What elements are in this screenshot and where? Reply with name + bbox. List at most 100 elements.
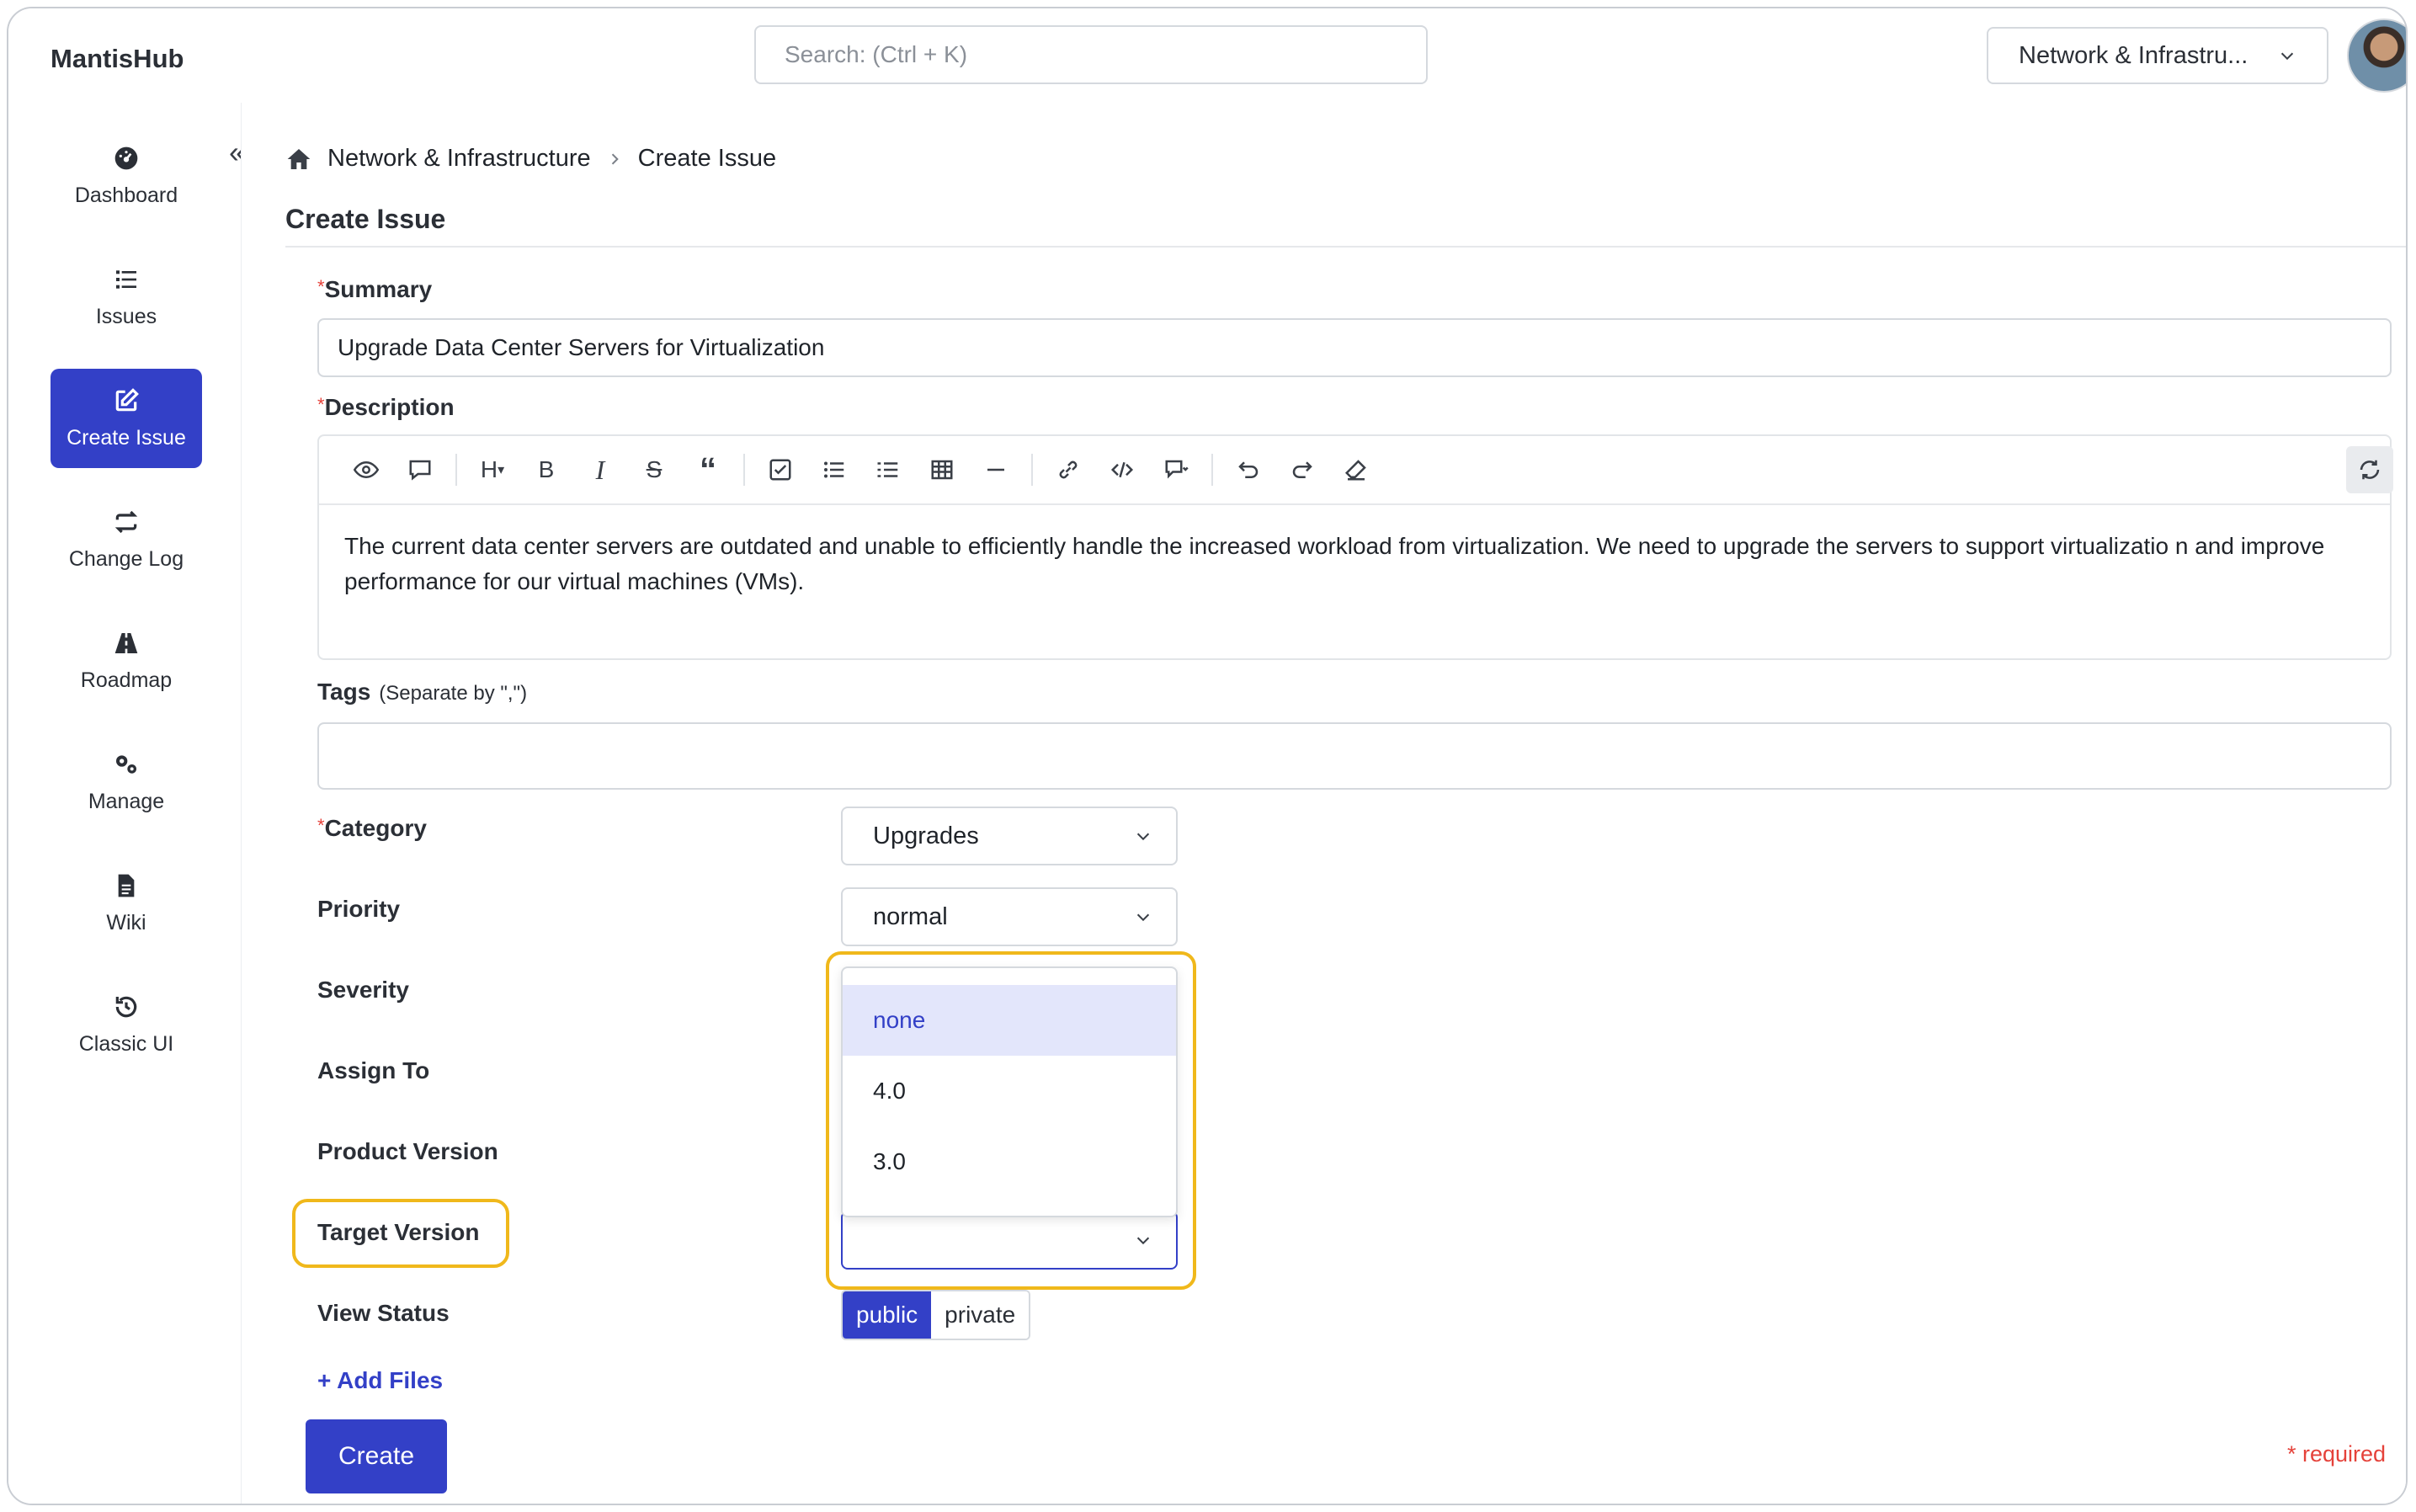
description-text[interactable]: The current data center servers are outd… <box>344 529 2365 599</box>
description-label-text: Description <box>324 394 455 420</box>
chevron-down-icon <box>2280 52 2294 61</box>
swap-icon <box>114 510 138 533</box>
summary-label-text: Summary <box>324 276 433 302</box>
page-title: Create Issue <box>285 204 446 234</box>
gears-icon <box>116 754 136 774</box>
code-icon[interactable] <box>1095 446 1149 493</box>
dashboard-icon <box>114 146 138 169</box>
view-status-label: View Status <box>317 1300 450 1326</box>
create-issue-card: Network & Infrastructure Create Issue Cr… <box>241 103 2406 1504</box>
eraser-icon[interactable] <box>1329 446 1383 493</box>
option-none[interactable]: none <box>843 985 1176 1056</box>
sidebar-item-classic-ui[interactable]: Classic UI <box>51 975 202 1074</box>
quote-icon[interactable]: “ <box>681 446 735 493</box>
tags-input[interactable] <box>317 722 2392 790</box>
required-mark: * <box>317 276 325 297</box>
sidebar-item-issues[interactable]: Issues <box>51 248 202 347</box>
edit-icon <box>115 387 139 411</box>
required-mark: * <box>317 815 325 836</box>
assign-to-label: Assign To <box>317 1057 430 1083</box>
sidebar: Dashboard Issues Create Issue Change Log… <box>8 103 241 1504</box>
undo-icon[interactable] <box>1221 446 1275 493</box>
view-status-public[interactable]: public <box>843 1291 932 1339</box>
priority-value: normal <box>873 902 948 930</box>
checkbox-icon[interactable] <box>753 446 807 493</box>
ordered-list-icon[interactable] <box>861 446 915 493</box>
sync-scroll-icon[interactable] <box>2346 446 2393 493</box>
category-label: *Category <box>317 815 427 842</box>
category-select[interactable]: Upgrades <box>841 807 1178 865</box>
priority-label: Priority <box>317 896 401 922</box>
strikethrough-icon[interactable]: S <box>627 446 681 493</box>
bullet-list-icon[interactable] <box>807 446 861 493</box>
sidebar-item-label: Manage <box>88 789 165 813</box>
home-icon[interactable] <box>285 146 312 173</box>
file-icon <box>118 874 135 897</box>
priority-select[interactable]: normal <box>841 887 1178 946</box>
italic-icon[interactable]: I <box>573 446 627 493</box>
sidebar-item-label: Change Log <box>68 546 184 571</box>
create-button[interactable]: Create <box>306 1419 447 1493</box>
add-files-link[interactable]: + Add Files <box>317 1367 443 1394</box>
table-icon[interactable] <box>915 446 969 493</box>
target-version-select[interactable] <box>841 1211 1178 1270</box>
comment-icon[interactable] <box>393 446 447 493</box>
sidebar-item-create-issue[interactable]: Create Issue <box>51 369 202 468</box>
sidebar-item-change-log[interactable]: Change Log <box>51 490 202 589</box>
preview-icon[interactable] <box>339 446 393 493</box>
view-status-private[interactable]: private <box>931 1291 1030 1339</box>
redo-icon[interactable] <box>1275 446 1329 493</box>
toolbar-separator <box>455 454 457 486</box>
category-value: Upgrades <box>873 822 979 849</box>
option-4-0[interactable]: 4.0 <box>843 1056 1176 1126</box>
required-mark: * <box>317 394 325 415</box>
project-selector[interactable]: Network & Infrastru... <box>1987 27 2328 84</box>
breadcrumb-current: Create Issue <box>637 145 777 172</box>
sidebar-item-dashboard[interactable]: Dashboard <box>51 126 202 226</box>
sidebar-item-label: Wiki <box>106 910 146 934</box>
chevron-down-icon <box>1136 833 1150 841</box>
product-version-label: Product Version <box>317 1138 498 1164</box>
bold-icon[interactable]: B <box>519 446 573 493</box>
breadcrumb-project[interactable]: Network & Infrastructure <box>327 145 591 173</box>
search-input[interactable]: Search: (Ctrl + K) <box>754 25 1428 84</box>
sidebar-item-label: Dashboard <box>74 183 178 207</box>
breadcrumb: Network & Infrastructure Create Issue <box>285 145 776 173</box>
toolbar-separator <box>743 454 745 486</box>
summary-input[interactable]: Upgrade Data Center Servers for Virtuali… <box>317 318 2392 377</box>
severity-label: Severity <box>317 977 409 1003</box>
callout-icon[interactable] <box>1149 446 1203 493</box>
brand-logo[interactable]: MantisHub <box>51 44 184 74</box>
description-label: *Description <box>317 394 455 421</box>
sidebar-item-label: Create Issue <box>67 425 186 450</box>
history-icon <box>115 996 137 1017</box>
tags-hint: (Separate by ",") <box>379 682 528 705</box>
sidebar-item-wiki[interactable]: Wiki <box>51 854 202 953</box>
toolbar-separator <box>1211 454 1213 486</box>
sidebar-item-roadmap[interactable]: Roadmap <box>51 611 202 711</box>
view-status-toggle: public private <box>841 1290 1031 1340</box>
description-editor: H ▾ B I S “ The current data center serv… <box>317 434 2393 660</box>
chevron-down-icon <box>1136 1237 1150 1245</box>
link-icon[interactable] <box>1041 446 1095 493</box>
sidebar-item-manage[interactable]: Manage <box>51 732 202 832</box>
tags-label-text: Tags <box>317 679 371 705</box>
main-content: Network & Infrastructure Create Issue Cr… <box>241 103 2406 1504</box>
target-version-label: Target Version <box>317 1219 480 1245</box>
horizontal-rule-icon[interactable] <box>969 446 1023 493</box>
category-label-text: Category <box>324 815 427 841</box>
sidebar-item-label: Issues <box>95 304 157 328</box>
tags-label: Tags (Separate by ",") <box>317 679 527 705</box>
heading-icon[interactable]: H ▾ <box>466 446 519 493</box>
divider <box>285 246 2406 248</box>
toolbar-separator <box>1031 454 1033 486</box>
app-window: MantisHub Search: (Ctrl + K) Network & I… <box>7 7 2408 1505</box>
summary-label: *Summary <box>317 276 432 303</box>
option-3-0[interactable]: 3.0 <box>843 1126 1176 1197</box>
list-icon <box>116 269 136 289</box>
user-avatar[interactable] <box>2347 19 2406 93</box>
chevron-right-icon <box>611 152 619 165</box>
fullscreen-icon[interactable] <box>2400 446 2406 493</box>
road-icon <box>114 632 138 653</box>
editor-toolbar: H ▾ B I S “ <box>319 436 2393 505</box>
